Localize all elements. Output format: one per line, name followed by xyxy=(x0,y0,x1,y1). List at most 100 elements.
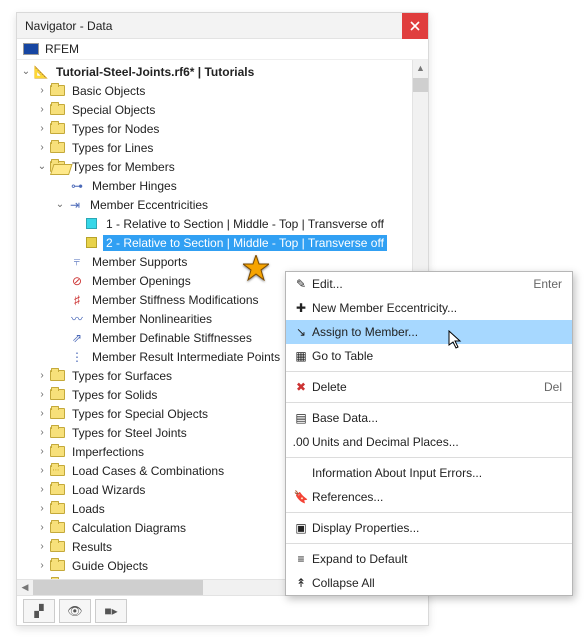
close-icon xyxy=(410,21,420,31)
tree-item[interactable]: ›Special Objects xyxy=(17,100,428,119)
menu-collapse-all[interactable]: ↟Collapse All xyxy=(286,571,572,595)
interpoint-icon: ⋮ xyxy=(69,349,85,365)
tree-item[interactable]: ⊶Member Hinges xyxy=(17,176,428,195)
panel-icon: ▞ xyxy=(34,604,43,618)
tree-item-expanded[interactable]: ⌄ Types for Members xyxy=(17,157,428,176)
menu-label: Edit... xyxy=(312,277,533,291)
root-label: Tutorial-Steel-Joints.rf6* | Tutorials xyxy=(53,64,257,80)
menu-label: Expand to Default xyxy=(312,552,562,566)
display-props-icon: ▣ xyxy=(290,521,312,535)
context-menu: ✎Edit...Enter ✚New Member Eccentricity..… xyxy=(285,271,573,596)
tree-label: Load Wizards xyxy=(69,482,148,498)
tree-label: Member Stiffness Modifications xyxy=(89,292,262,308)
tree-item[interactable]: ⫧Member Supports xyxy=(17,252,428,271)
app-icon xyxy=(23,43,39,55)
chevron-right-icon[interactable]: › xyxy=(35,85,49,96)
folder-open-icon xyxy=(49,159,65,175)
chevron-right-icon[interactable]: › xyxy=(35,541,49,552)
folder-icon xyxy=(49,558,65,574)
chevron-right-icon[interactable]: › xyxy=(35,408,49,419)
menu-display-properties[interactable]: ▣Display Properties... xyxy=(286,516,572,540)
folder-icon xyxy=(49,140,65,156)
menu-expand-default[interactable]: ≡Expand to Default xyxy=(286,547,572,571)
eccentricity-icon: ⇥ xyxy=(67,197,83,213)
menu-base-data[interactable]: ▤Base Data... xyxy=(286,406,572,430)
basedata-icon: ▤ xyxy=(290,411,312,425)
tree-label: Loads xyxy=(69,501,108,517)
menu-references[interactable]: 🔖References... xyxy=(286,485,572,509)
chevron-right-icon[interactable]: › xyxy=(35,427,49,438)
menu-label: Go to Table xyxy=(312,349,562,363)
tree-item[interactable]: ›Basic Objects xyxy=(17,81,428,100)
tree-label: Steel Joint Design xyxy=(69,577,172,580)
menu-new-eccentricity[interactable]: ✚New Member Eccentricity... xyxy=(286,296,572,320)
menu-label: Delete xyxy=(312,380,544,394)
menu-delete[interactable]: ✖DeleteDel xyxy=(286,375,572,399)
menu-assign-to-member[interactable]: ↘Assign to Member... xyxy=(286,320,572,344)
tree-item-expanded[interactable]: ⌄⇥Member Eccentricities xyxy=(17,195,428,214)
chevron-down-icon[interactable]: ⌄ xyxy=(35,161,49,172)
scroll-thumb-h[interactable] xyxy=(33,580,203,595)
menu-label: Display Properties... xyxy=(312,521,562,535)
menu-input-errors[interactable]: Information About Input Errors... xyxy=(286,461,572,485)
tree-label: 2 - Relative to Section | Middle - Top |… xyxy=(103,235,387,251)
edit-icon: ✎ xyxy=(290,277,312,291)
hinge-icon: ⊶ xyxy=(69,178,85,194)
chevron-down-icon[interactable]: ⌄ xyxy=(53,199,67,210)
assign-icon: ↘ xyxy=(290,325,312,339)
folder-icon xyxy=(49,425,65,441)
chevron-right-icon[interactable]: › xyxy=(35,560,49,571)
data-tab-button[interactable]: ▞ xyxy=(23,599,55,623)
tree-item-selected[interactable]: 2 - Relative to Section | Middle - Top |… xyxy=(17,233,428,252)
tree-label: Types for Members xyxy=(69,159,178,175)
views-tab-button[interactable]: ■▸ xyxy=(95,599,127,623)
folder-icon xyxy=(49,444,65,460)
tree-item[interactable]: ›Types for Nodes xyxy=(17,119,428,138)
chevron-right-icon[interactable]: › xyxy=(35,370,49,381)
menu-units[interactable]: .00Units and Decimal Places... xyxy=(286,430,572,454)
chevron-right-icon[interactable]: › xyxy=(35,484,49,495)
menu-edit[interactable]: ✎Edit...Enter xyxy=(286,272,572,296)
expand-icon: ≡ xyxy=(290,552,312,566)
table-icon: ▦ xyxy=(290,349,312,363)
menu-label: Base Data... xyxy=(312,411,562,425)
folder-icon xyxy=(49,406,65,422)
tree-item[interactable]: 1 - Relative to Section | Middle - Top |… xyxy=(17,214,428,233)
tree-label: Types for Special Objects xyxy=(69,406,211,422)
tree-item[interactable]: ›Types for Lines xyxy=(17,138,428,157)
chevron-right-icon[interactable]: › xyxy=(35,465,49,476)
menu-label: Units and Decimal Places... xyxy=(312,435,562,449)
chevron-right-icon[interactable]: › xyxy=(35,142,49,153)
tree-label: Member Definable Stiffnesses xyxy=(89,330,255,346)
folder-icon xyxy=(49,539,65,555)
color-swatch-icon xyxy=(83,235,99,251)
chevron-right-icon[interactable]: › xyxy=(35,503,49,514)
eye-icon: 👁 xyxy=(67,604,82,618)
chevron-right-icon[interactable]: › xyxy=(35,104,49,115)
collapse-icon: ↟ xyxy=(290,576,312,590)
tree-label: Member Eccentricities xyxy=(87,197,211,213)
folder-icon xyxy=(49,577,65,580)
scroll-left-icon[interactable]: ◀ xyxy=(17,582,33,593)
titlebar: Navigator - Data xyxy=(17,13,428,39)
chevron-right-icon[interactable]: › xyxy=(35,446,49,457)
root-row[interactable]: ⌄ 📐 Tutorial-Steel-Joints.rf6* | Tutoria… xyxy=(17,62,428,81)
delete-icon: ✖ xyxy=(290,380,312,394)
scroll-up-icon[interactable]: ▲ xyxy=(413,60,428,76)
nonlinearity-icon: 〰 xyxy=(69,311,85,327)
folder-icon xyxy=(49,387,65,403)
chevron-down-icon[interactable]: ⌄ xyxy=(19,66,33,77)
close-button[interactable] xyxy=(402,13,428,39)
chevron-right-icon[interactable]: › xyxy=(35,389,49,400)
chevron-right-icon[interactable]: › xyxy=(35,522,49,533)
tree-label: Member Openings xyxy=(89,273,194,289)
chevron-right-icon[interactable]: › xyxy=(35,123,49,134)
tree-label: Load Cases & Combinations xyxy=(69,463,227,479)
definable-stiffness-icon: ⇗ xyxy=(69,330,85,346)
display-tab-button[interactable]: 👁 xyxy=(59,599,91,623)
menu-goto-table[interactable]: ▦Go to Table xyxy=(286,344,572,368)
scroll-thumb[interactable] xyxy=(413,78,428,92)
folder-icon xyxy=(49,463,65,479)
tree-label: Types for Surfaces xyxy=(69,368,175,384)
tree-label: Member Result Intermediate Points xyxy=(89,349,283,365)
